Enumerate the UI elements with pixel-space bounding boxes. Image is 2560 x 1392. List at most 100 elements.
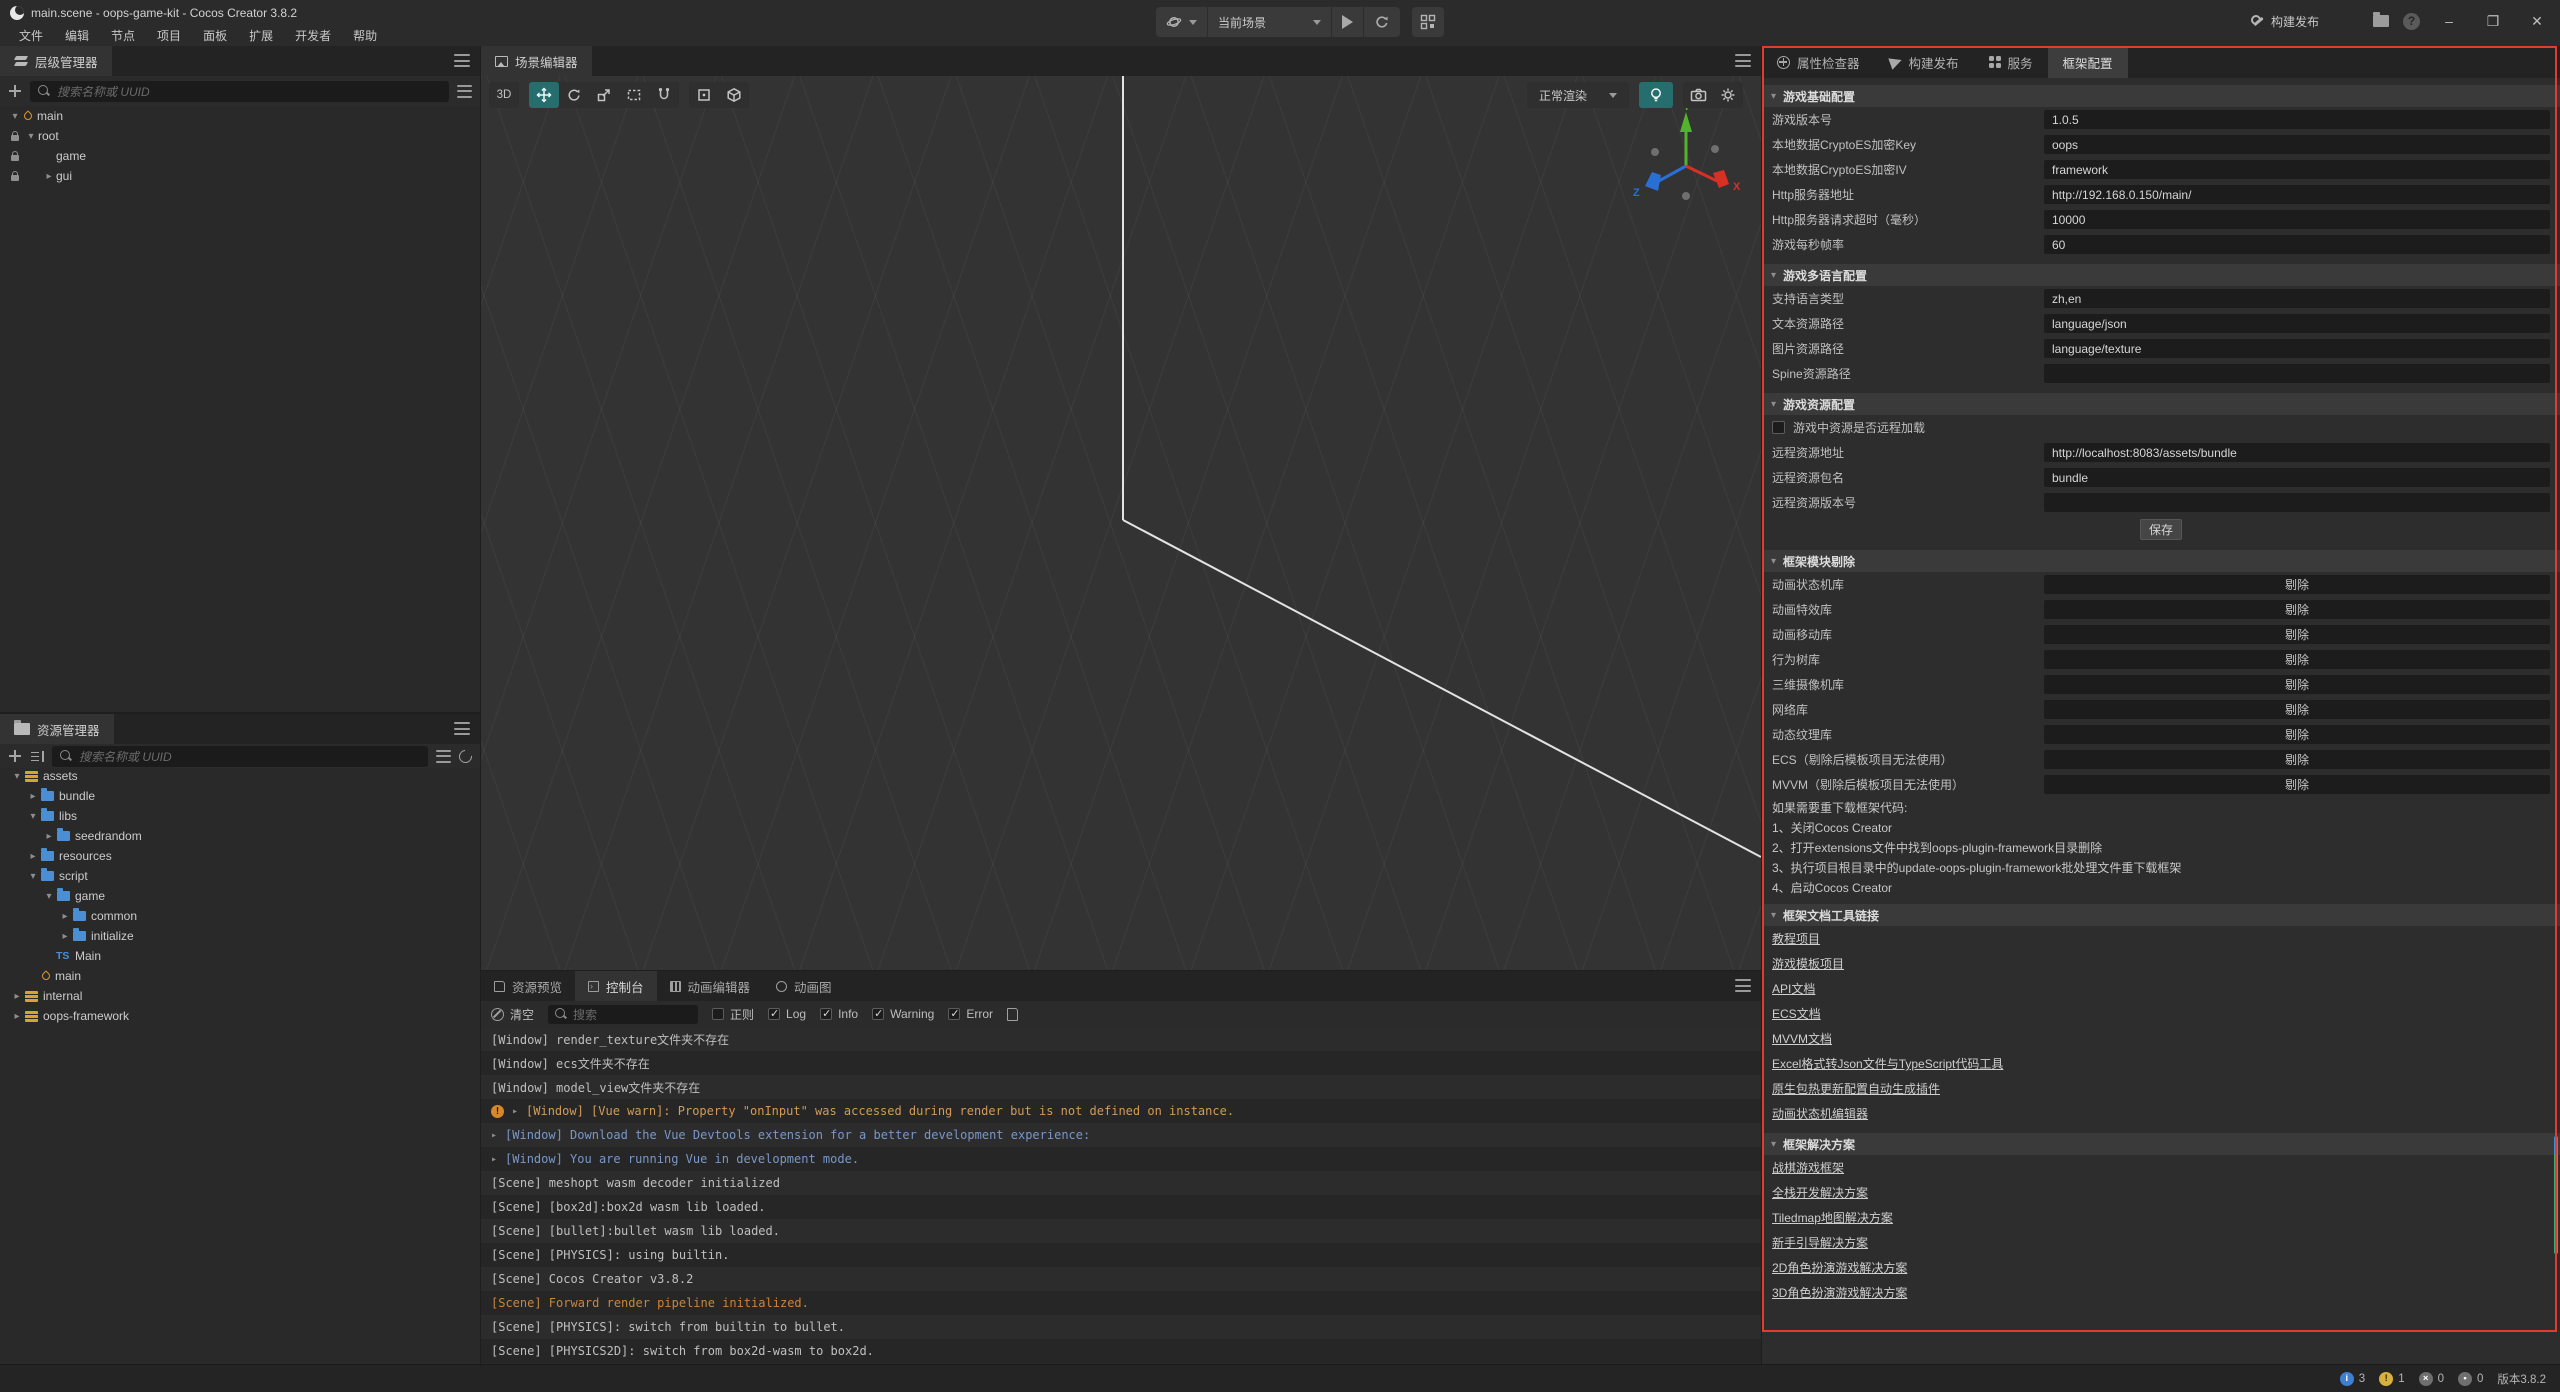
- asset-node-main-ts[interactable]: Main: [0, 946, 480, 966]
- field-input[interactable]: 10000: [2044, 210, 2550, 229]
- restart-button[interactable]: [1364, 7, 1400, 37]
- filter-info-checkbox[interactable]: Info: [820, 1007, 858, 1021]
- section-game-resources[interactable]: 游戏资源配置: [1762, 393, 2560, 415]
- chevron-down-icon[interactable]: [24, 131, 38, 142]
- rotate-tool-button[interactable]: [559, 82, 589, 108]
- tree-node-root[interactable]: root: [0, 126, 480, 146]
- module-remove-button[interactable]: 剔除: [2044, 775, 2550, 794]
- window-minimize-button[interactable]: –: [2434, 9, 2464, 33]
- doc-link[interactable]: MVVM文档: [1772, 1030, 1832, 1047]
- tree-node-gui[interactable]: gui: [0, 166, 480, 186]
- sort-icon[interactable]: [30, 750, 44, 763]
- module-remove-button[interactable]: 剔除: [2044, 725, 2550, 744]
- field-input[interactable]: [2044, 364, 2550, 383]
- filter-warning-checkbox[interactable]: Warning: [872, 1007, 934, 1021]
- tab-framework-config[interactable]: 框架配置: [2048, 46, 2128, 78]
- asset-node-oops-framework[interactable]: oops-framework: [0, 1006, 480, 1026]
- asset-node-internal[interactable]: internal: [0, 986, 480, 1006]
- log-row[interactable]: [Window] ecs文件夹不存在: [481, 1051, 1761, 1075]
- log-row-info[interactable]: [Window] Download the Vue Devtools exten…: [481, 1123, 1761, 1147]
- module-remove-button[interactable]: 剔除: [2044, 600, 2550, 619]
- field-input[interactable]: framework: [2044, 160, 2550, 179]
- section-framework-modules[interactable]: 框架模块剔除: [1762, 550, 2560, 572]
- doc-link[interactable]: Excel格式转Json文件与TypeScript代码工具: [1772, 1055, 2003, 1072]
- menu-help[interactable]: 帮助: [344, 25, 386, 46]
- panel-menu-icon[interactable]: [1735, 979, 1751, 992]
- asset-node-libs[interactable]: libs: [0, 806, 480, 826]
- log-row[interactable]: [Scene] [PHYSICS2D]: switch from box2d-w…: [481, 1339, 1761, 1363]
- field-input[interactable]: 60: [2044, 235, 2550, 254]
- lighting-toggle-button[interactable]: [1639, 82, 1673, 108]
- create-node-button[interactable]: [8, 84, 22, 98]
- preview-device-button[interactable]: [1412, 7, 1444, 37]
- pivot-toggle-button[interactable]: [689, 82, 719, 108]
- help-icon[interactable]: ?: [2403, 13, 2420, 30]
- chevron-right-icon[interactable]: [58, 911, 72, 922]
- tab-property-inspector[interactable]: 属性检查器: [1762, 46, 1875, 78]
- field-input[interactable]: 1.0.5: [2044, 110, 2550, 129]
- chevron-right-icon[interactable]: [42, 831, 56, 842]
- solution-link[interactable]: Tiledmap地图解决方案: [1772, 1209, 1893, 1226]
- menu-project[interactable]: 项目: [148, 25, 190, 46]
- doc-link[interactable]: ECS文档: [1772, 1005, 1821, 1022]
- scene-camera-button[interactable]: [1683, 82, 1713, 108]
- field-input[interactable]: http://localhost:8083/assets/bundle: [2044, 443, 2550, 462]
- export-log-icon[interactable]: [1007, 1008, 1018, 1021]
- module-remove-button[interactable]: 剔除: [2044, 625, 2550, 644]
- log-row[interactable]: [Scene] [PHYSICS]: switch from builtin t…: [481, 1315, 1761, 1339]
- filter-log-checkbox[interactable]: Log: [768, 1007, 806, 1021]
- log-row[interactable]: [Scene] meshopt wasm decoder initialized: [481, 1171, 1761, 1195]
- expand-icon[interactable]: [491, 1130, 497, 1141]
- doc-link[interactable]: 动画状态机编辑器: [1772, 1105, 1868, 1122]
- asset-node-bundle[interactable]: bundle: [0, 786, 480, 806]
- chevron-down-icon[interactable]: [42, 891, 56, 902]
- log-row-info[interactable]: [Window] You are running Vue in developm…: [481, 1147, 1761, 1171]
- render-mode-select[interactable]: 正常渲染: [1527, 82, 1629, 108]
- asset-node-seedrandom[interactable]: seedrandom: [0, 826, 480, 846]
- solution-link[interactable]: 2D角色扮演游戏解决方案: [1772, 1259, 1907, 1276]
- chevron-down-icon[interactable]: [26, 871, 40, 882]
- console-search-input[interactable]: 搜索: [548, 1005, 698, 1024]
- asset-node-assets[interactable]: assets: [0, 766, 480, 786]
- menu-file[interactable]: 文件: [10, 25, 52, 46]
- window-maximize-button[interactable]: ❐: [2478, 9, 2508, 33]
- log-row-highlight[interactable]: [Scene] Forward render pipeline initiali…: [481, 1291, 1761, 1315]
- log-row[interactable]: [Scene] [bullet]:bullet wasm lib loaded.: [481, 1219, 1761, 1243]
- create-asset-button[interactable]: [8, 749, 22, 763]
- tree-node-main[interactable]: main: [0, 106, 480, 126]
- ui-transform-tool-button[interactable]: [649, 82, 679, 108]
- module-remove-button[interactable]: 剔除: [2044, 750, 2550, 769]
- solution-link[interactable]: 新手引导解决方案: [1772, 1234, 1868, 1251]
- rect-tool-button[interactable]: [619, 82, 649, 108]
- log-row-warning[interactable]: ! [Window] [Vue warn]: Property "onInput…: [481, 1099, 1761, 1123]
- tab-build-publish[interactable]: 构建发布: [1875, 46, 1974, 78]
- menu-panel[interactable]: 面板: [194, 25, 236, 46]
- chevron-down-icon[interactable]: [10, 771, 24, 782]
- view-gizmo[interactable]: Y X Z: [1621, 104, 1751, 224]
- tab-console[interactable]: 控制台: [575, 971, 657, 1001]
- asset-node-script[interactable]: script: [0, 866, 480, 886]
- coordinate-space-button[interactable]: [719, 82, 749, 108]
- menu-extension[interactable]: 扩展: [240, 25, 282, 46]
- log-row[interactable]: [Scene] Cocos Creator v3.8.2: [481, 1267, 1761, 1291]
- scene-tab[interactable]: 场景编辑器: [481, 46, 592, 76]
- tree-node-game[interactable]: game: [0, 146, 480, 166]
- asset-node-main-scene[interactable]: main: [0, 966, 480, 986]
- move-tool-button[interactable]: [529, 82, 559, 108]
- field-input[interactable]: [2044, 493, 2550, 512]
- scale-tool-button[interactable]: [589, 82, 619, 108]
- scene-viewport[interactable]: Y X Z 3D: [481, 76, 1761, 970]
- tab-animation-graph[interactable]: 动画图: [763, 971, 845, 1001]
- menu-node[interactable]: 节点: [102, 25, 144, 46]
- clear-console-button[interactable]: 清空: [491, 1006, 534, 1023]
- menu-edit[interactable]: 编辑: [56, 25, 98, 46]
- module-remove-button[interactable]: 剔除: [2044, 575, 2550, 594]
- doc-link[interactable]: 游戏模板项目: [1772, 955, 1844, 972]
- assets-search-input[interactable]: 搜索名称或 UUID: [52, 746, 428, 767]
- field-input[interactable]: bundle: [2044, 468, 2550, 487]
- platform-select[interactable]: [1156, 7, 1208, 37]
- open-project-folder-icon[interactable]: [2373, 15, 2389, 27]
- field-input[interactable]: zh,en: [2044, 289, 2550, 308]
- assets-tab[interactable]: 资源管理器: [0, 714, 114, 744]
- chevron-right-icon[interactable]: [26, 791, 40, 802]
